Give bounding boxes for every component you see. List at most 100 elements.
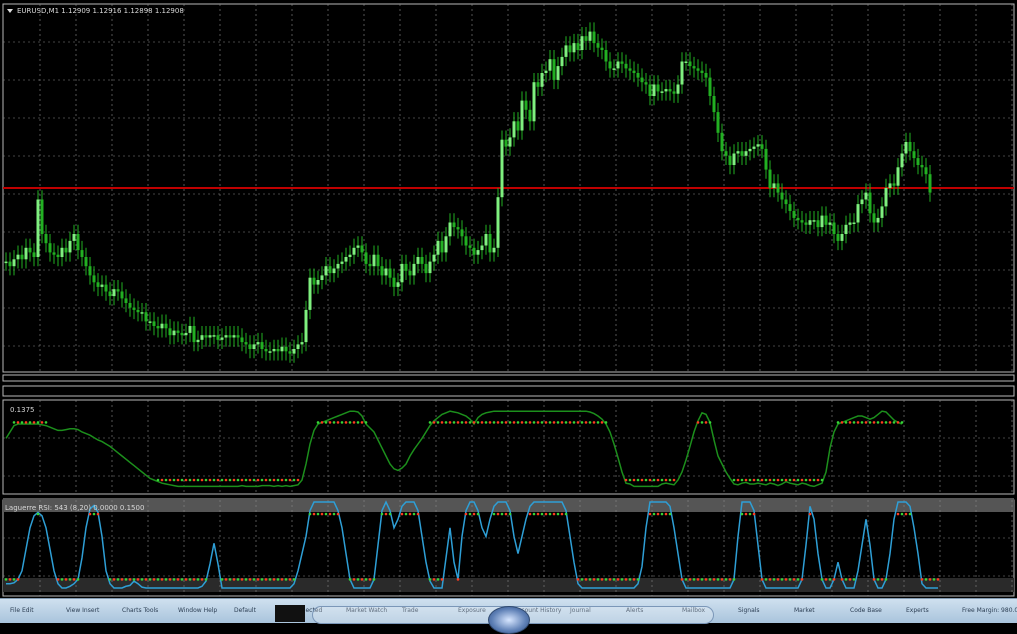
candle-body	[60, 247, 64, 257]
indicator2-lower-dot	[280, 578, 284, 581]
candle-body	[724, 151, 728, 156]
candle-body	[444, 236, 448, 253]
indicator2-upper-dot	[564, 512, 568, 516]
taskbar-item[interactable]: View Insert	[66, 607, 99, 615]
taskbar-black-button[interactable]	[275, 605, 305, 622]
indicator2-lower-dot	[360, 578, 364, 581]
indicator2-lower-dot	[796, 578, 800, 581]
indicator1-upper-dot	[352, 421, 356, 424]
candle-body	[748, 148, 752, 152]
candle-body	[924, 167, 928, 175]
indicator2-lower-dot	[692, 578, 696, 581]
indicator2-lower-dot	[440, 578, 444, 581]
indicator2-lower-dot	[148, 578, 152, 581]
candle-body	[896, 167, 900, 186]
taskbar-item[interactable]: Signals	[738, 607, 760, 615]
candle-body	[424, 263, 428, 274]
indicator1-upper-dot	[880, 421, 884, 424]
candle-body	[468, 245, 472, 248]
indicator1-upper-dot	[328, 421, 332, 424]
candle-body	[560, 56, 564, 67]
indicator1-lower-dot	[216, 478, 220, 482]
candle-body	[752, 146, 756, 149]
candle-body	[872, 213, 876, 223]
taskbar-item[interactable]: Default	[234, 607, 256, 615]
candle-body	[396, 282, 400, 287]
candle-body	[860, 199, 864, 205]
chart-canvas[interactable]	[0, 0, 1017, 622]
indicator2-lower-dot	[780, 578, 784, 581]
candle-body	[688, 61, 692, 67]
indicator2-lower-dot	[260, 578, 264, 581]
candle-body	[332, 268, 336, 274]
taskbar-item[interactable]: File Edit	[10, 607, 34, 615]
candle-body	[312, 277, 316, 285]
taskbar-item[interactable]: Window Help	[178, 607, 217, 615]
start-orb-icon[interactable]	[488, 606, 530, 634]
taskbar-item[interactable]: Code Base	[850, 607, 882, 615]
candle-body	[452, 222, 456, 228]
candle-body	[796, 217, 800, 221]
indicator1-upper-dot	[428, 421, 432, 424]
indicator2-lower-dot	[616, 578, 620, 581]
candle-body	[188, 326, 192, 333]
taskbar-item[interactable]: Charts Tools	[122, 607, 158, 615]
indicator2-lower-dot	[124, 578, 128, 581]
indicator1-lower-dot	[176, 478, 180, 482]
indicator2-upper-dot	[808, 512, 812, 516]
indicator1-upper-dot	[500, 421, 504, 424]
indicator1-lower-dot	[744, 478, 748, 482]
taskbar-item[interactable]: Free Margin: 980.00	[962, 607, 1017, 615]
dropdown-triangle-icon[interactable]	[7, 9, 13, 13]
candle-body	[228, 335, 232, 338]
candle-body	[144, 312, 148, 322]
indicator2-lower-dot	[196, 578, 200, 581]
separator-bar-1[interactable]	[2, 374, 1015, 382]
candle-body	[248, 344, 252, 349]
indicator1-upper-dot	[336, 421, 340, 424]
candle-body	[644, 82, 648, 85]
indicator1-lower-dot	[156, 478, 160, 482]
taskbar-item[interactable]: Experts	[906, 607, 929, 615]
indicator1-upper-dot	[576, 421, 580, 424]
indicator2-lower-dot	[200, 578, 204, 581]
indicator2-upper-dot	[548, 512, 552, 516]
candle-body	[492, 247, 496, 253]
indicator2-lower-dot	[580, 578, 584, 581]
candle-body	[64, 247, 68, 253]
indicator2-lower-dot	[120, 578, 124, 581]
candle-body	[536, 82, 540, 87]
indicator2-lower-dot	[764, 578, 768, 581]
indicator1-upper-dot	[600, 421, 604, 424]
candle-body	[812, 220, 816, 222]
candle-body	[564, 45, 568, 57]
separator-bar-2[interactable]	[2, 385, 1015, 397]
indicator2-lower-dot	[112, 578, 116, 581]
taskbar-item[interactable]: Market	[794, 607, 815, 615]
indicator2-upper-dot	[400, 512, 404, 516]
candle-body	[912, 151, 916, 159]
indicator1-value-label: 0.1375	[10, 406, 35, 414]
indicator2-lower-dot	[848, 578, 852, 581]
indicator1-lower-dot	[208, 478, 212, 482]
indicator1-lower-dot	[248, 478, 252, 482]
indicator2-lower-dot	[164, 578, 168, 581]
indicator2-lower-dot	[72, 578, 76, 581]
candle-body	[268, 351, 272, 353]
candle-body	[840, 234, 844, 241]
indicator2-lower-dot	[720, 578, 724, 581]
candle-body	[24, 247, 28, 260]
candle-body	[640, 77, 644, 83]
indicator1-upper-dot	[12, 421, 16, 424]
indicator1-upper-dot	[700, 421, 704, 424]
candle-body	[556, 66, 560, 80]
indicator1-lower-dot	[660, 478, 664, 482]
candle-body	[344, 257, 348, 262]
indicator2-lower-dot	[128, 578, 132, 581]
indicator1-lower-dot	[768, 478, 772, 482]
indicator1-upper-dot	[28, 421, 32, 424]
indicator1-upper-dot	[560, 421, 564, 424]
candle-body	[684, 61, 688, 63]
indicator1-lower-dot	[636, 478, 640, 482]
candle-body	[696, 68, 700, 71]
